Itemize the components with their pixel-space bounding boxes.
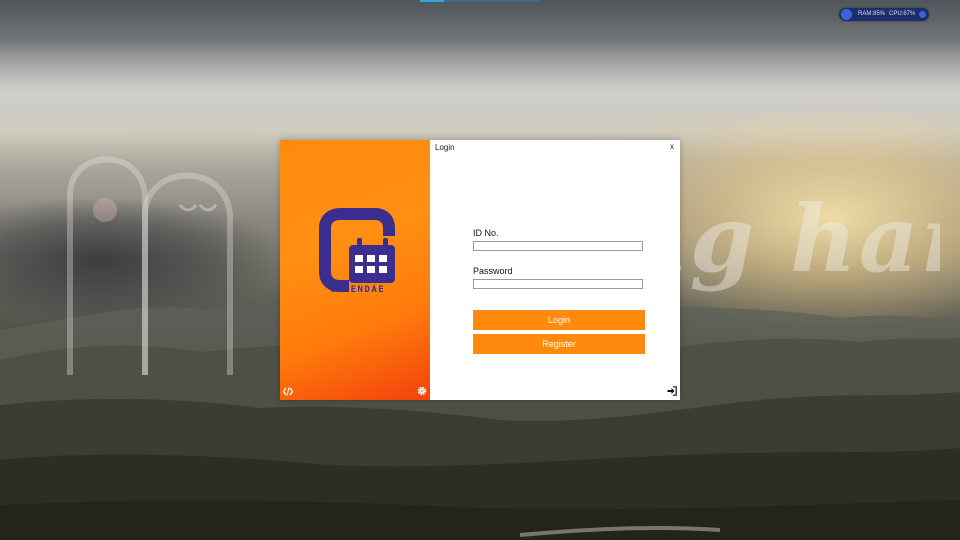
login-dialog: CALENDAE Login x ID No. Password Login R…: [280, 140, 680, 400]
login-button[interactable]: Login: [473, 310, 645, 330]
logo-text: CALENDAE: [329, 285, 386, 295]
id-label: ID No.: [473, 228, 499, 238]
expand-icon[interactable]: [919, 11, 926, 18]
system-monitor-widget[interactable]: RAM:85% CPU:67%: [839, 8, 929, 21]
login-form: Login x ID No. Password Login Register: [430, 140, 680, 400]
ghost-watermark: [67, 156, 233, 375]
close-button[interactable]: x: [670, 142, 674, 151]
microphone-icon: [841, 9, 852, 20]
register-button[interactable]: Register: [473, 334, 645, 354]
taskbar-indicator: [420, 0, 540, 2]
code-icon[interactable]: [283, 387, 293, 396]
password-label: Password: [473, 266, 513, 276]
taskbar-indicator-accent: [420, 0, 444, 2]
brand-panel: CALENDAE: [280, 140, 430, 400]
cpu-usage: CPU:67%: [889, 11, 916, 17]
ram-usage: RAM:85%: [858, 11, 886, 17]
window-title: Login: [435, 143, 455, 152]
id-number-input[interactable]: [473, 241, 643, 251]
sign-in-icon[interactable]: [667, 386, 677, 396]
password-input[interactable]: [473, 279, 643, 289]
gear-icon[interactable]: [417, 386, 427, 396]
